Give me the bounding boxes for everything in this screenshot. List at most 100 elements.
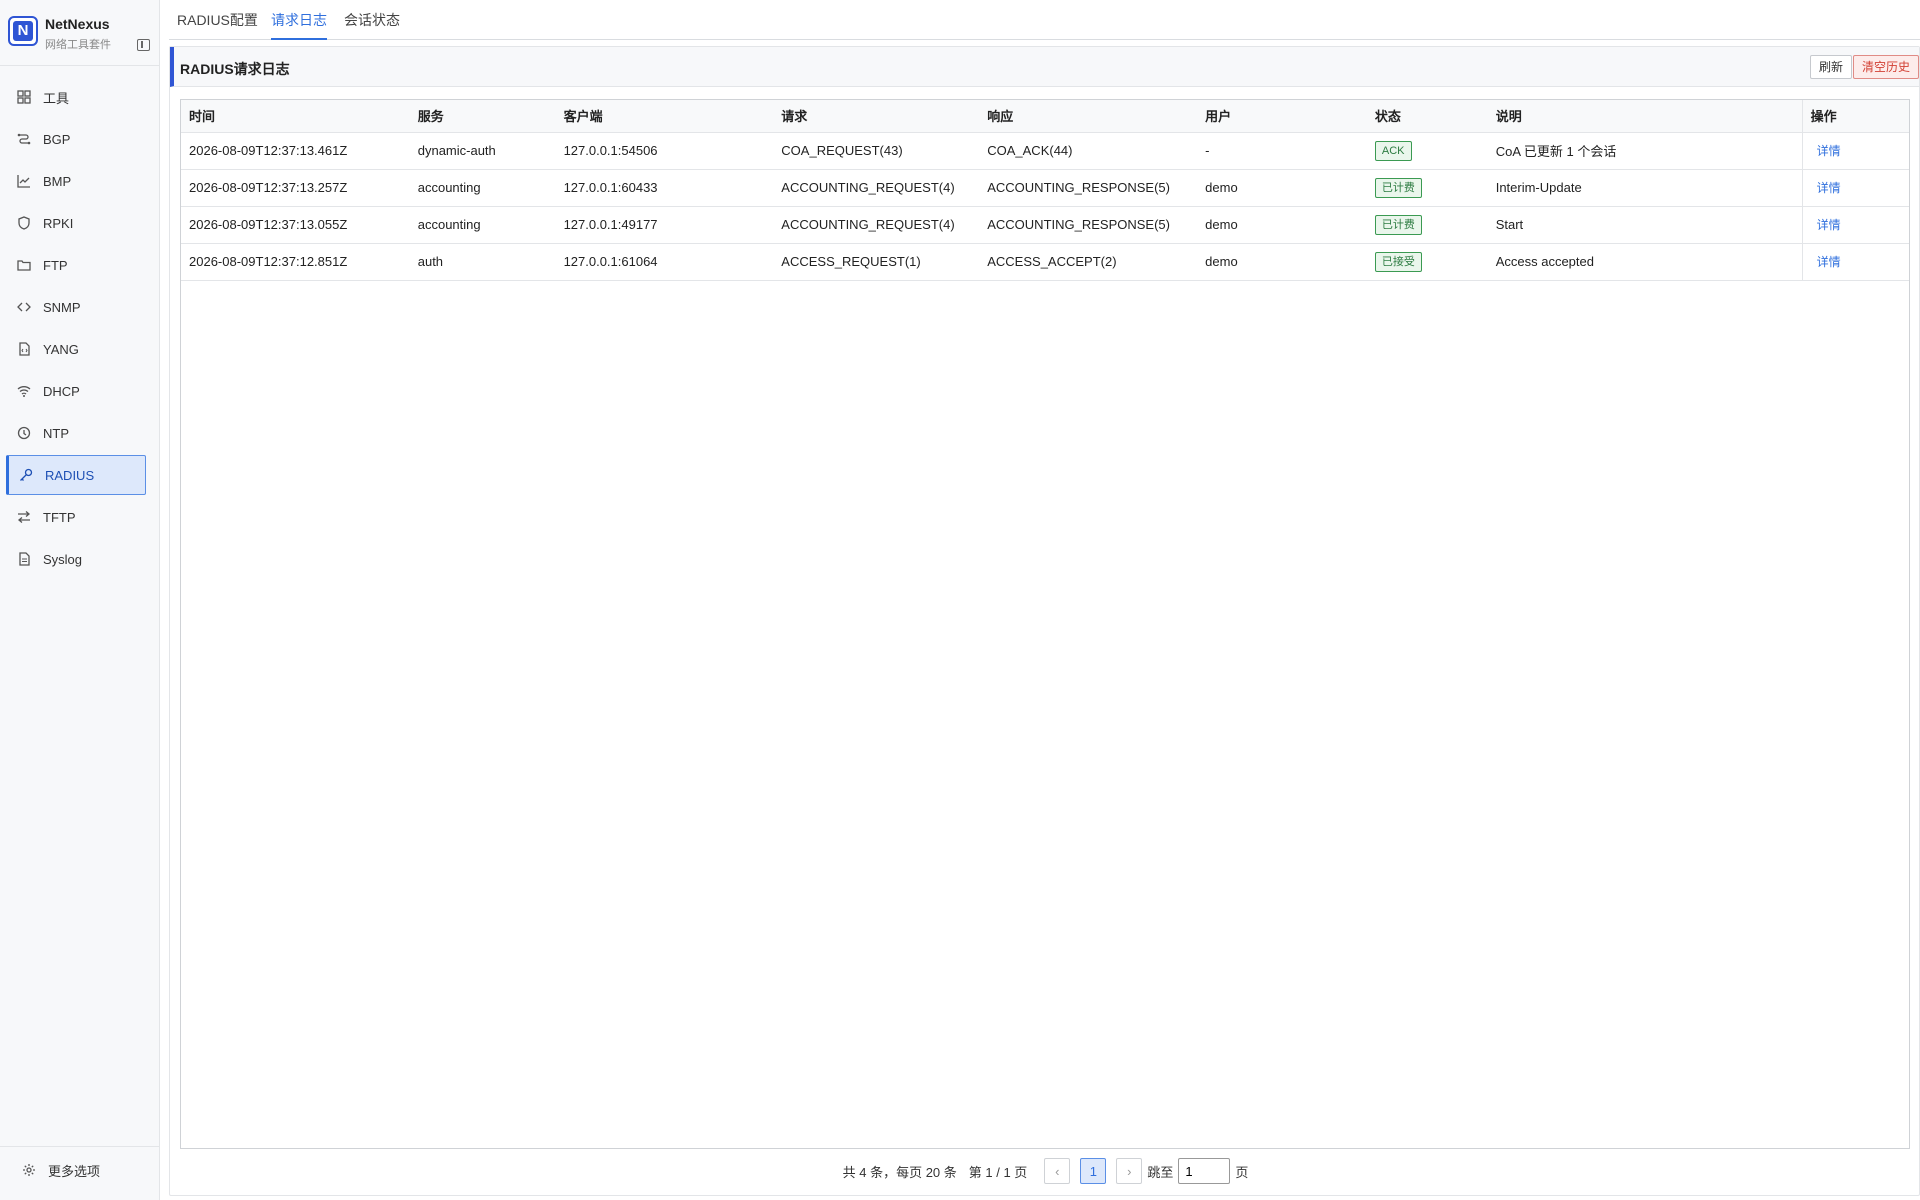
brand-subtitle: 网络工具套件 [45,39,111,51]
table-row: 2026-08-09T12:37:13.055Z accounting 127.… [181,206,1909,244]
status-badge: ACK [1374,140,1412,161]
wifi-icon [17,384,31,398]
status-badge: 已接受 [1374,251,1422,272]
gear-icon [22,1163,36,1177]
sidebar-item-snmp[interactable]: SNMP [6,287,146,327]
cell-user: demo [1197,243,1367,281]
cell-status: 已接受 [1366,243,1488,281]
cell-description: Start [1487,206,1803,244]
cell-description: CoA 已更新 1 个会话 [1487,132,1803,170]
sidebar-item-bmp[interactable]: BMP [6,161,146,201]
tab-session-status[interactable]: 会话状态 [344,10,400,40]
sidebar-item-tools[interactable]: 工具 [6,77,146,117]
column-header-user[interactable]: 用户 [1197,100,1367,133]
cell-client: 127.0.0.1:54506 [555,132,774,170]
sidebar-item-label: YANG [43,341,79,357]
cell-client: 127.0.0.1:49177 [555,206,774,244]
sidebar-item-rpki[interactable]: RPKI [6,203,146,243]
sidebar-item-tftp[interactable]: TFTP [6,497,146,537]
column-header-status[interactable]: 状态 [1366,100,1488,133]
sidebar-item-yang[interactable]: YANG [6,329,146,369]
details-link[interactable]: 详情 [1811,255,1841,269]
cell-response: COA_ACK(44) [979,132,1198,170]
cell-service: accounting [409,206,556,244]
column-header-description[interactable]: 说明 [1487,100,1803,133]
table-row: 2026-08-09T12:37:13.257Z accounting 127.… [181,169,1909,207]
page-suffix-label: 页 [1235,1164,1249,1180]
column-header-time[interactable]: 时间 [181,100,410,133]
sidebar-item-label: BMP [43,173,72,189]
sidebar-item-label: Syslog [43,551,83,567]
pagination-page-info: 第 1 / 1 页 [968,1164,1028,1180]
sidebar-collapse-icon[interactable] [137,39,150,51]
jump-page-input[interactable] [1178,1158,1231,1184]
brand: N NetNexus 网络工具套件 [8,14,152,52]
transfer-icon [17,510,31,524]
column-header-actions: 操作 [1801,100,1909,133]
cell-actions: 详情 [1801,169,1909,207]
sidebar-item-radius[interactable]: RADIUS [6,455,146,495]
column-header-response[interactable]: 响应 [979,100,1198,133]
column-header-service[interactable]: 服务 [409,100,556,133]
table-row: 2026-08-09T12:37:12.851Z auth 127.0.0.1:… [181,243,1909,281]
jump-to-label: 跳至 [1147,1164,1174,1180]
cell-request: ACCESS_REQUEST(1) [773,243,980,281]
tab-request-log[interactable]: 请求日志 [271,10,327,40]
table-header-row: 时间 服务 客户端 请求 响应 用户 状态 说明 操作 [181,100,1909,133]
cell-time: 2026-08-09T12:37:13.257Z [181,169,410,207]
app-root: N NetNexus 网络工具套件 工具 BGP BMP RPKI FTP SN… [0,0,1920,1200]
clock-icon [17,426,31,440]
sidebar-divider [0,65,160,66]
column-header-request[interactable]: 请求 [773,100,980,133]
cell-service: auth [409,243,556,281]
cell-actions: 详情 [1801,243,1909,281]
cell-client: 127.0.0.1:61064 [555,243,774,281]
tab-bar: RADIUS配置 请求日志 会话状态 [169,0,1920,40]
sidebar-item-dhcp[interactable]: DHCP [6,371,146,411]
sidebar-item-label: DHCP [43,383,80,399]
brand-logo: N [8,16,38,46]
cell-service: accounting [409,169,556,207]
sidebar-item-label: NTP [43,425,69,441]
sidebar-item-bgp[interactable]: BGP [6,119,146,159]
details-link[interactable]: 详情 [1811,144,1841,158]
prev-page-button[interactable]: ‹ [1044,1158,1071,1184]
cell-status: ACK [1366,132,1488,170]
table-row: 2026-08-09T12:37:13.461Z dynamic-auth 12… [181,132,1909,170]
key-icon [19,468,33,482]
details-link[interactable]: 详情 [1811,218,1841,232]
page-1-button[interactable]: 1 [1080,1158,1107,1184]
more-options-button[interactable]: 更多选项 [22,1160,100,1180]
refresh-button[interactable]: 刷新 [1809,55,1852,79]
sidebar-item-syslog[interactable]: Syslog [6,539,146,579]
log-table-container: 时间 服务 客户端 请求 响应 用户 状态 说明 操作 2026-08-09T1… [180,99,1910,1149]
sidebar-item-ftp[interactable]: FTP [6,245,146,285]
sidebar-item-label: FTP [43,257,68,273]
cell-request: ACCOUNTING_REQUEST(4) [773,206,980,244]
cell-response: ACCOUNTING_RESPONSE(5) [979,206,1198,244]
cell-time: 2026-08-09T12:37:13.461Z [181,132,410,170]
cell-time: 2026-08-09T12:37:13.055Z [181,206,410,244]
cell-user: - [1197,132,1367,170]
cell-request: ACCOUNTING_REQUEST(4) [773,169,980,207]
sidebar-item-label: RPKI [43,215,74,231]
cell-description: Access accepted [1487,243,1803,281]
brand-name: NetNexus [45,16,110,32]
cell-status: 已计费 [1366,169,1488,207]
sidebar-item-ntp[interactable]: NTP [6,413,146,453]
panel-title: RADIUS请求日志 [180,61,290,77]
clear-history-button[interactable]: 清空历史 [1852,55,1919,79]
cell-user: demo [1197,169,1367,207]
code-icon [17,300,31,314]
column-header-client[interactable]: 客户端 [555,100,774,133]
details-link[interactable]: 详情 [1811,181,1841,195]
sidebar: N NetNexus 网络工具套件 工具 BGP BMP RPKI FTP SN… [0,0,160,1200]
sidebar-item-label: 工具 [43,90,70,106]
panel-header: RADIUS请求日志 刷新 清空历史 [170,47,1919,87]
file-code-icon [17,342,31,356]
cell-time: 2026-08-09T12:37:12.851Z [181,243,410,281]
sidebar-item-label: RADIUS [45,467,95,483]
grid-icon [17,90,31,104]
tab-radius-config[interactable]: RADIUS配置 [177,10,258,40]
next-page-button[interactable]: › [1116,1158,1143,1184]
